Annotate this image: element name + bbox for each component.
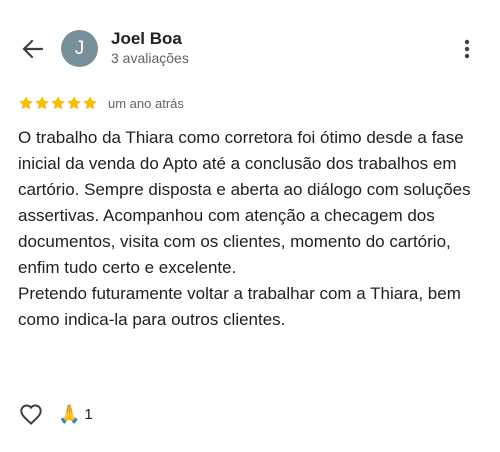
star-icon [35, 96, 49, 110]
rating-row: um ano atrás [18, 93, 184, 113]
reaction-count: 1 [84, 405, 93, 423]
review-text: O trabalho da Thiara como corretora foi … [18, 125, 486, 333]
star-rating [18, 95, 98, 111]
more-options-button[interactable] [458, 37, 476, 61]
star-icon [83, 96, 97, 110]
back-button[interactable] [18, 36, 46, 62]
review-paragraph-2: Pretendo futuramente voltar a trabalhar … [18, 284, 461, 329]
reaction-praying-hands[interactable]: 🙏 1 [58, 404, 93, 424]
avatar[interactable]: J [61, 30, 98, 67]
heart-outline-icon [20, 404, 42, 425]
avatar-letter: J [74, 37, 85, 59]
star-icon [19, 96, 33, 110]
star-icon [51, 96, 65, 110]
review-actions: 🙏 1 [18, 400, 93, 428]
review-header: J Joel Boa 3 avaliações [0, 0, 500, 90]
author-name[interactable]: Joel Boa [111, 29, 182, 49]
review-date: um ano atrás [108, 95, 184, 111]
arrow-back-icon [22, 39, 43, 59]
star-icon [67, 96, 81, 110]
like-button[interactable] [18, 401, 44, 427]
author-review-count: 3 avaliações [111, 50, 189, 66]
praying-hands-icon: 🙏 [58, 404, 81, 424]
more-vertical-icon [464, 39, 470, 59]
review-paragraph-1: O trabalho da Thiara como corretora foi … [18, 128, 471, 277]
